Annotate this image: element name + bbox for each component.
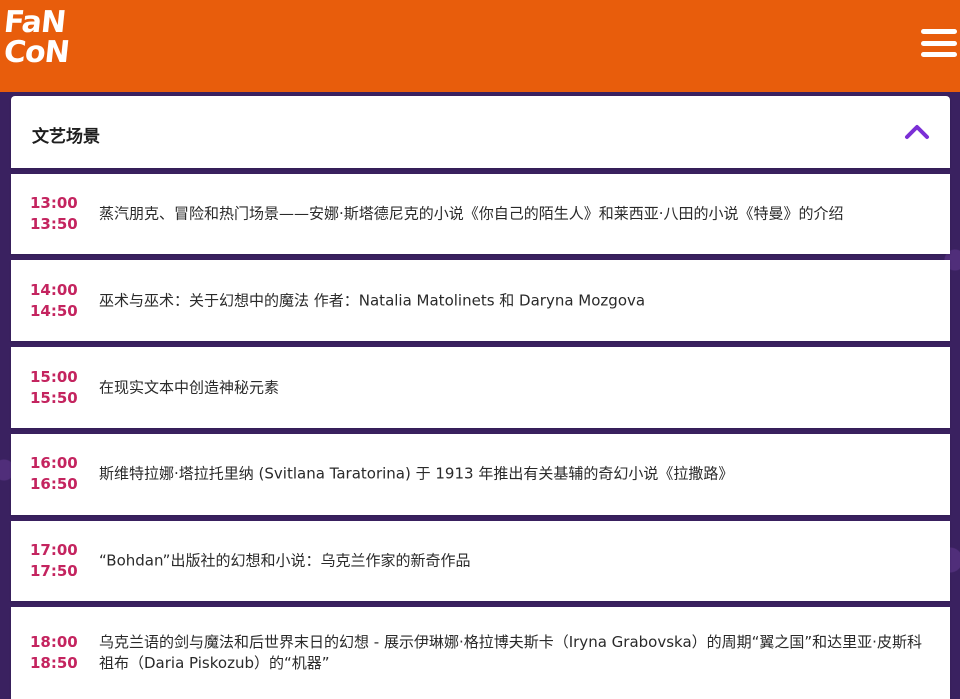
section-title: 文艺场景 <box>32 127 100 147</box>
end-time: 17:50 <box>30 561 78 580</box>
logo-line-2: CoN <box>2 35 71 70</box>
event-title: 蒸汽朋克、冒险和热门场景——安娜·斯塔德尼克的小说《你自己的陌生人》和莱西亚·八… <box>99 204 844 223</box>
time-range: 14:00 14:50 <box>30 280 90 322</box>
end-time: 14:50 <box>30 301 78 320</box>
menu-bar-3 <box>921 52 957 57</box>
schedule-item[interactable]: 14:00 14:50 巫术与巫术：关于幻想中的魔法 作者：Natalia Ma… <box>11 260 950 342</box>
menu-bar-2 <box>921 40 957 46</box>
menu-bar-1 <box>921 29 957 34</box>
start-time: 13:00 <box>30 194 78 213</box>
event-title: 巫术与巫术：关于幻想中的魔法 作者：Natalia Matolinets 和 D… <box>99 291 646 310</box>
schedule-panel: 文艺场景 13:00 13:50 蒸汽朋克、冒险和热门场景——安娜·斯塔德尼克的… <box>11 96 950 699</box>
event-title: 在现实文本中创造神秘元素 <box>99 378 280 397</box>
hamburger-menu-icon[interactable] <box>921 29 957 57</box>
start-time: 18:00 <box>30 633 78 652</box>
chevron-up-icon[interactable] <box>904 122 930 140</box>
schedule-item[interactable]: 15:00 15:50 在现实文本中创造神秘元素 <box>11 347 950 428</box>
schedule-item[interactable]: 13:00 13:50 蒸汽朋克、冒险和热门场景——安娜·斯塔德尼克的小说《你自… <box>11 173 950 255</box>
logo-line-1: FaN <box>2 5 67 40</box>
schedule-item[interactable]: 16:00 16:50 斯维特拉娜·塔拉托里纳 (Svitlana Tarato… <box>11 433 950 515</box>
time-range: 16:00 16:50 <box>30 453 90 495</box>
schedule-item[interactable]: 18:00 18:50 乌克兰语的剑与魔法和后世界末日的幻想 - 展示伊琳娜·格… <box>11 607 950 699</box>
end-time: 13:50 <box>30 215 78 234</box>
event-title: “Bohdan”出版社的幻想和小说：乌克兰作家的新奇作品 <box>99 551 471 570</box>
time-range: 18:00 18:50 <box>30 632 90 674</box>
event-title: 斯维特拉娜·塔拉托里纳 (Svitlana Taratorina) 于 1913… <box>99 464 734 483</box>
start-time: 17:00 <box>30 540 78 559</box>
end-time: 15:50 <box>30 388 78 407</box>
event-title: 乌克兰语的剑与魔法和后世界末日的幻想 - 展示伊琳娜·格拉博夫斯卡（Iryna … <box>99 633 922 673</box>
start-time: 15:00 <box>30 367 78 386</box>
start-time: 14:00 <box>30 280 78 299</box>
schedule-item[interactable]: 17:00 17:50 “Bohdan”出版社的幻想和小说：乌克兰作家的新奇作品 <box>11 520 950 602</box>
top-bar: FaN CoN <box>0 0 960 92</box>
time-range: 17:00 17:50 <box>30 540 90 582</box>
end-time: 16:50 <box>30 475 78 494</box>
time-range: 13:00 13:50 <box>30 193 90 235</box>
section-header[interactable]: 文艺场景 <box>11 96 950 168</box>
fancon-logo[interactable]: FaN CoN <box>2 5 78 74</box>
time-range: 15:00 15:50 <box>30 367 90 409</box>
end-time: 18:50 <box>30 654 78 673</box>
start-time: 16:00 <box>30 454 78 473</box>
